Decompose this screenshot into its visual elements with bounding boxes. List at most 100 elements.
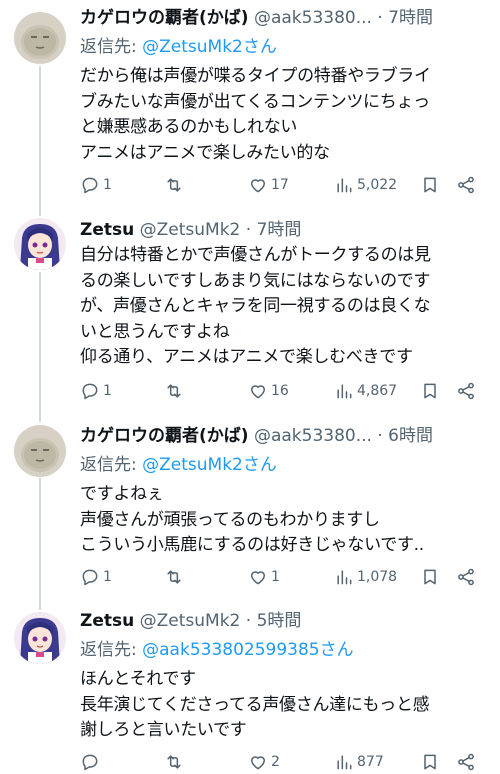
timestamp[interactable]: 7時間 bbox=[257, 220, 302, 240]
timestamp[interactable]: 6時間 bbox=[388, 426, 433, 446]
reply-icon bbox=[82, 177, 98, 194]
reply-to-mention[interactable]: @aak533802599385さん bbox=[142, 640, 353, 660]
share-button[interactable] bbox=[456, 752, 476, 772]
thread-line bbox=[39, 272, 41, 422]
reply-icon bbox=[82, 383, 98, 400]
retweet-button[interactable] bbox=[164, 567, 187, 587]
user-handle[interactable]: @aak53380... bbox=[254, 426, 372, 446]
retweet-icon bbox=[167, 570, 181, 584]
views-icon bbox=[337, 178, 352, 193]
heart-icon bbox=[251, 571, 265, 585]
tweet-header: カゲロウの覇者(かば) @aak53380... · 7時間 bbox=[80, 7, 486, 29]
reply-to-label: 返信先: bbox=[80, 455, 143, 475]
bookmark-icon bbox=[424, 754, 436, 770]
avatar[interactable] bbox=[14, 612, 66, 664]
tweet-text-line: 長年演じてくださってる声優さん達にもっと感 bbox=[80, 694, 430, 715]
share-button[interactable] bbox=[456, 175, 476, 195]
tweet-header: Zetsu @ZetsuMk2 · 5時間 bbox=[80, 610, 486, 632]
tweet-text-line: ブみたいな声優が出てくるコンテンツにちょっ bbox=[80, 91, 430, 112]
display-name[interactable]: Zetsu bbox=[80, 220, 134, 240]
retweet-button[interactable] bbox=[164, 381, 187, 401]
views-button[interactable]: 877 bbox=[334, 752, 384, 772]
like-button[interactable]: 17 bbox=[248, 175, 289, 195]
tweet-text-line: いと思うんですよね bbox=[80, 321, 230, 342]
tweet-actions: 1 16 4,867 bbox=[80, 380, 486, 402]
avatar[interactable] bbox=[14, 425, 66, 477]
heart-icon bbox=[251, 179, 265, 193]
reply-to-label: 返信先: bbox=[80, 640, 143, 660]
views-icon bbox=[337, 384, 352, 399]
reply-to-mention[interactable]: @ZetsuMk2さん bbox=[142, 455, 277, 475]
views-count: 5,022 bbox=[357, 177, 398, 193]
display-name[interactable]: カゲロウの覇者(かば) bbox=[80, 8, 249, 28]
share-button[interactable] bbox=[456, 567, 476, 587]
reply-button[interactable]: 1 bbox=[80, 381, 112, 401]
tweet-text-line: こういう小馬鹿にするのは好きじゃないです.. bbox=[80, 535, 424, 555]
retweet-icon bbox=[167, 384, 181, 398]
display-name[interactable]: Zetsu bbox=[80, 611, 134, 631]
tweet-text-line: ですよねぇ bbox=[80, 484, 164, 504]
display-name[interactable]: カゲロウの覇者(かば) bbox=[80, 426, 249, 446]
separator-dot: · bbox=[245, 611, 252, 631]
tweet-text-line: と嫌悪感あるのかもしれない bbox=[80, 117, 298, 137]
tweet-text: ほんとそれです 長年演じてくださってる声優さん達にもっと感 謝しろと言いたいです bbox=[80, 667, 486, 744]
tweet-header: Zetsu @ZetsuMk2 · 7時間 bbox=[80, 219, 486, 241]
tweet-text: だから俺は声優が喋るタイプの特番やラブライ ブみたいな声優が出てくるコンテンツに… bbox=[80, 64, 486, 166]
tweet-actions: 1 17 5,022 bbox=[80, 174, 486, 196]
tweet-actions: 2 877 bbox=[80, 751, 486, 773]
share-button[interactable] bbox=[456, 381, 476, 401]
retweet-button[interactable] bbox=[164, 175, 187, 195]
retweet-button[interactable] bbox=[164, 752, 187, 772]
like-button[interactable]: 2 bbox=[248, 752, 280, 772]
separator-dot: · bbox=[377, 8, 383, 28]
bookmark-button[interactable] bbox=[420, 175, 440, 195]
timestamp[interactable]: 5時間 bbox=[257, 611, 302, 631]
views-count: 4,867 bbox=[357, 383, 398, 399]
share-icon bbox=[458, 176, 474, 194]
like-button[interactable]: 16 bbox=[248, 381, 289, 401]
thread-line bbox=[39, 66, 41, 216]
reply-to: 返信先: @ZetsuMk2さん bbox=[80, 454, 486, 476]
reply-count: 1 bbox=[103, 383, 112, 399]
bookmark-button[interactable] bbox=[420, 567, 440, 587]
tweet-text-line: 声優さんが頑張ってるのもわかりますし bbox=[80, 509, 380, 530]
reply-count: 1 bbox=[103, 177, 112, 193]
bookmark-button[interactable] bbox=[420, 752, 440, 772]
reply-count: 1 bbox=[103, 569, 112, 585]
tweet-text-line: アニメはアニメで楽しみたい的な bbox=[80, 142, 330, 163]
avatar[interactable] bbox=[14, 218, 66, 270]
views-button[interactable]: 5,022 bbox=[334, 175, 397, 195]
like-button[interactable]: 1 bbox=[248, 567, 280, 587]
reply-button[interactable]: 1 bbox=[80, 175, 112, 195]
like-count: 16 bbox=[271, 383, 289, 399]
share-icon bbox=[458, 753, 474, 771]
reply-to-mention[interactable]: @ZetsuMk2さん bbox=[142, 37, 277, 57]
user-handle[interactable]: @ZetsuMk2 bbox=[140, 611, 241, 631]
timestamp[interactable]: 7時間 bbox=[388, 8, 433, 28]
like-count: 2 bbox=[271, 754, 280, 770]
views-icon bbox=[337, 570, 352, 585]
bookmark-icon bbox=[424, 569, 436, 585]
reply-button[interactable]: 1 bbox=[80, 567, 112, 587]
tweet-text-line: ほんとそれです bbox=[80, 669, 196, 689]
avatar[interactable] bbox=[14, 12, 66, 64]
retweet-icon bbox=[167, 178, 181, 192]
user-handle[interactable]: @ZetsuMk2 bbox=[140, 220, 241, 240]
reply-to: 返信先: @ZetsuMk2さん bbox=[80, 36, 486, 58]
bookmark-button[interactable] bbox=[420, 381, 440, 401]
heart-icon bbox=[251, 756, 265, 770]
thread-line bbox=[39, 478, 41, 610]
reply-to-label: 返信先: bbox=[80, 37, 143, 57]
bookmark-icon bbox=[424, 383, 436, 399]
separator-dot: · bbox=[245, 220, 252, 240]
user-handle[interactable]: @aak53380... bbox=[254, 8, 372, 28]
reply-button[interactable] bbox=[80, 752, 103, 772]
tweet-text: 自分は特番とかで声優さんがトークするのは見 るの楽しいですしあまり気にはならない… bbox=[80, 243, 486, 371]
views-button[interactable]: 4,867 bbox=[334, 381, 397, 401]
reply-icon bbox=[82, 569, 98, 586]
retweet-icon bbox=[167, 755, 181, 769]
separator-dot: · bbox=[377, 426, 383, 446]
views-button[interactable]: 1,078 bbox=[334, 567, 397, 587]
views-count: 877 bbox=[357, 754, 384, 770]
views-icon bbox=[337, 755, 352, 770]
